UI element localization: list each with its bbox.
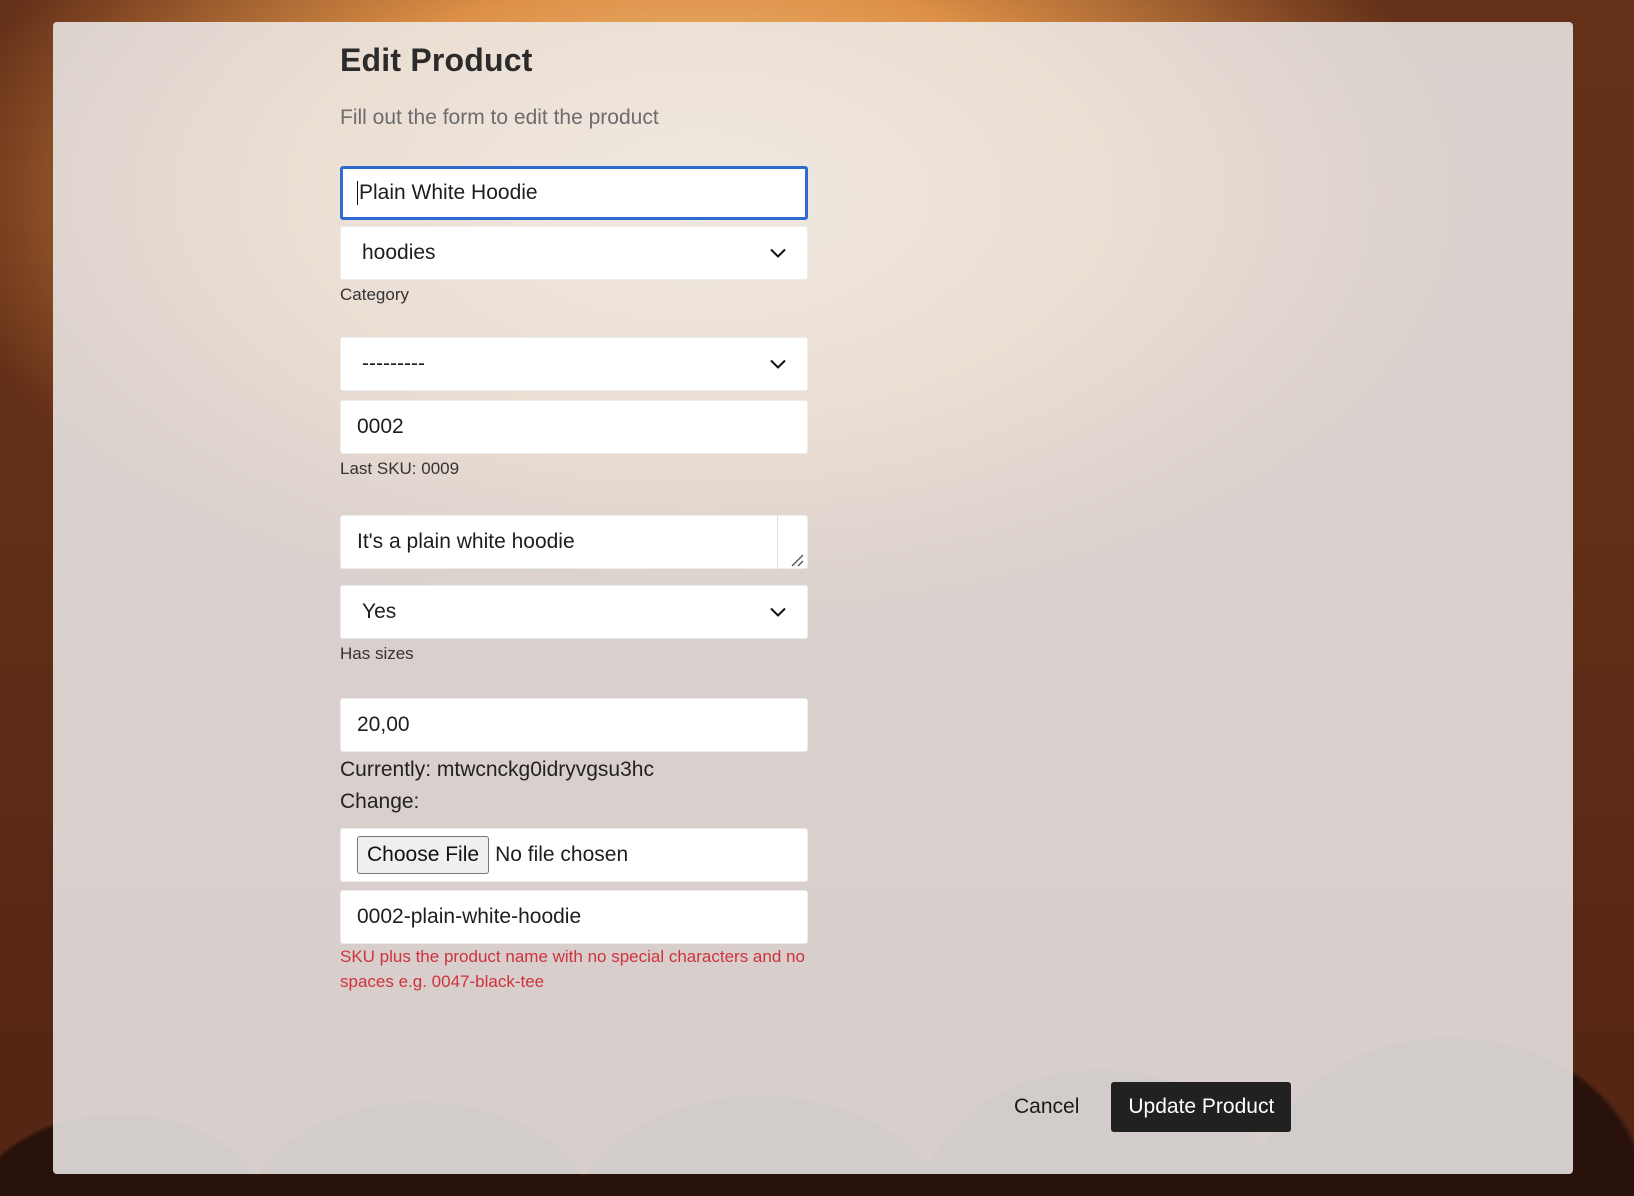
image-change-label: Change: <box>340 790 420 813</box>
product-name-input[interactable]: Plain White Hoodie <box>340 166 808 220</box>
product-name-value: Plain White Hoodie <box>359 181 538 204</box>
sub-category-value: --------- <box>362 352 425 375</box>
has-sizes-help-text: Has sizes <box>340 644 414 663</box>
image-current-row: Currently: mtwcnckg0idryvgsu3hc <box>340 758 654 782</box>
choose-file-button[interactable]: Choose File <box>357 836 490 874</box>
image-file-input[interactable]: Choose File No file chosen <box>340 828 808 882</box>
price-input[interactable]: 20,00 <box>340 698 808 752</box>
textarea-resize-handle[interactable] <box>777 516 807 570</box>
has-sizes-select[interactable]: Yes <box>340 585 808 639</box>
description-textarea[interactable]: It's a plain white hoodie <box>340 515 808 570</box>
sub-category-select[interactable]: --------- <box>340 337 808 391</box>
cancel-button[interactable]: Cancel <box>1004 1087 1089 1127</box>
page-title: Edit Product <box>340 42 533 78</box>
category-help-text: Category <box>340 285 409 304</box>
slug-help-text: SKU plus the product name with no specia… <box>340 947 805 991</box>
sku-input[interactable]: 0002 <box>340 400 808 454</box>
chevron-down-icon <box>770 359 786 369</box>
form-actions: Cancel Update Product <box>1004 1082 1292 1132</box>
price-value: 20,00 <box>357 713 410 736</box>
update-product-button[interactable]: Update Product <box>1111 1082 1292 1132</box>
category-value: hoodies <box>362 241 436 264</box>
image-current-filename: mtwcnckg0idryvgsu3hc <box>436 758 654 781</box>
chevron-down-icon <box>770 607 786 617</box>
has-sizes-value: Yes <box>362 600 397 623</box>
description-value: It's a plain white hoodie <box>357 530 575 553</box>
page-subtitle: Fill out the form to edit the product <box>340 106 659 129</box>
file-status-text: No file chosen <box>495 843 629 866</box>
sku-value: 0002 <box>357 415 404 438</box>
edit-product-panel: Edit Product Fill out the form to edit t… <box>53 22 1573 1174</box>
slug-value: 0002-plain-white-hoodie <box>357 905 582 928</box>
text-cursor <box>357 181 358 205</box>
image-currently-label: Currently: <box>340 758 432 781</box>
category-select[interactable]: hoodies <box>340 226 808 280</box>
chevron-down-icon <box>770 248 786 258</box>
sku-help-text: Last SKU: 0009 <box>340 459 460 478</box>
slug-input[interactable]: 0002-plain-white-hoodie <box>340 890 808 944</box>
resize-grip-icon <box>791 554 804 567</box>
